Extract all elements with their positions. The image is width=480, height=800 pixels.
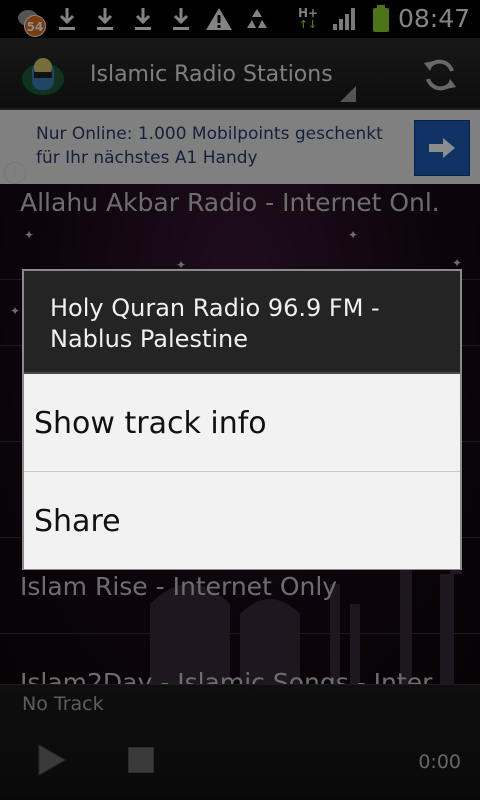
menu-item-share[interactable]: Share xyxy=(24,472,460,569)
dialog-header: Holy Quran Radio 96.9 FM - Nablus Palest… xyxy=(24,271,460,374)
info-icon[interactable]: i xyxy=(4,162,26,184)
menu-item-label: Share xyxy=(34,504,121,539)
dialog-title: Holy Quran Radio 96.9 FM - Nablus Palest… xyxy=(50,294,380,353)
menu-item-label: Show track info xyxy=(34,406,267,441)
context-menu-dialog: Holy Quran Radio 96.9 FM - Nablus Palest… xyxy=(22,269,462,570)
menu-item-show-track-info[interactable]: Show track info xyxy=(24,374,460,471)
